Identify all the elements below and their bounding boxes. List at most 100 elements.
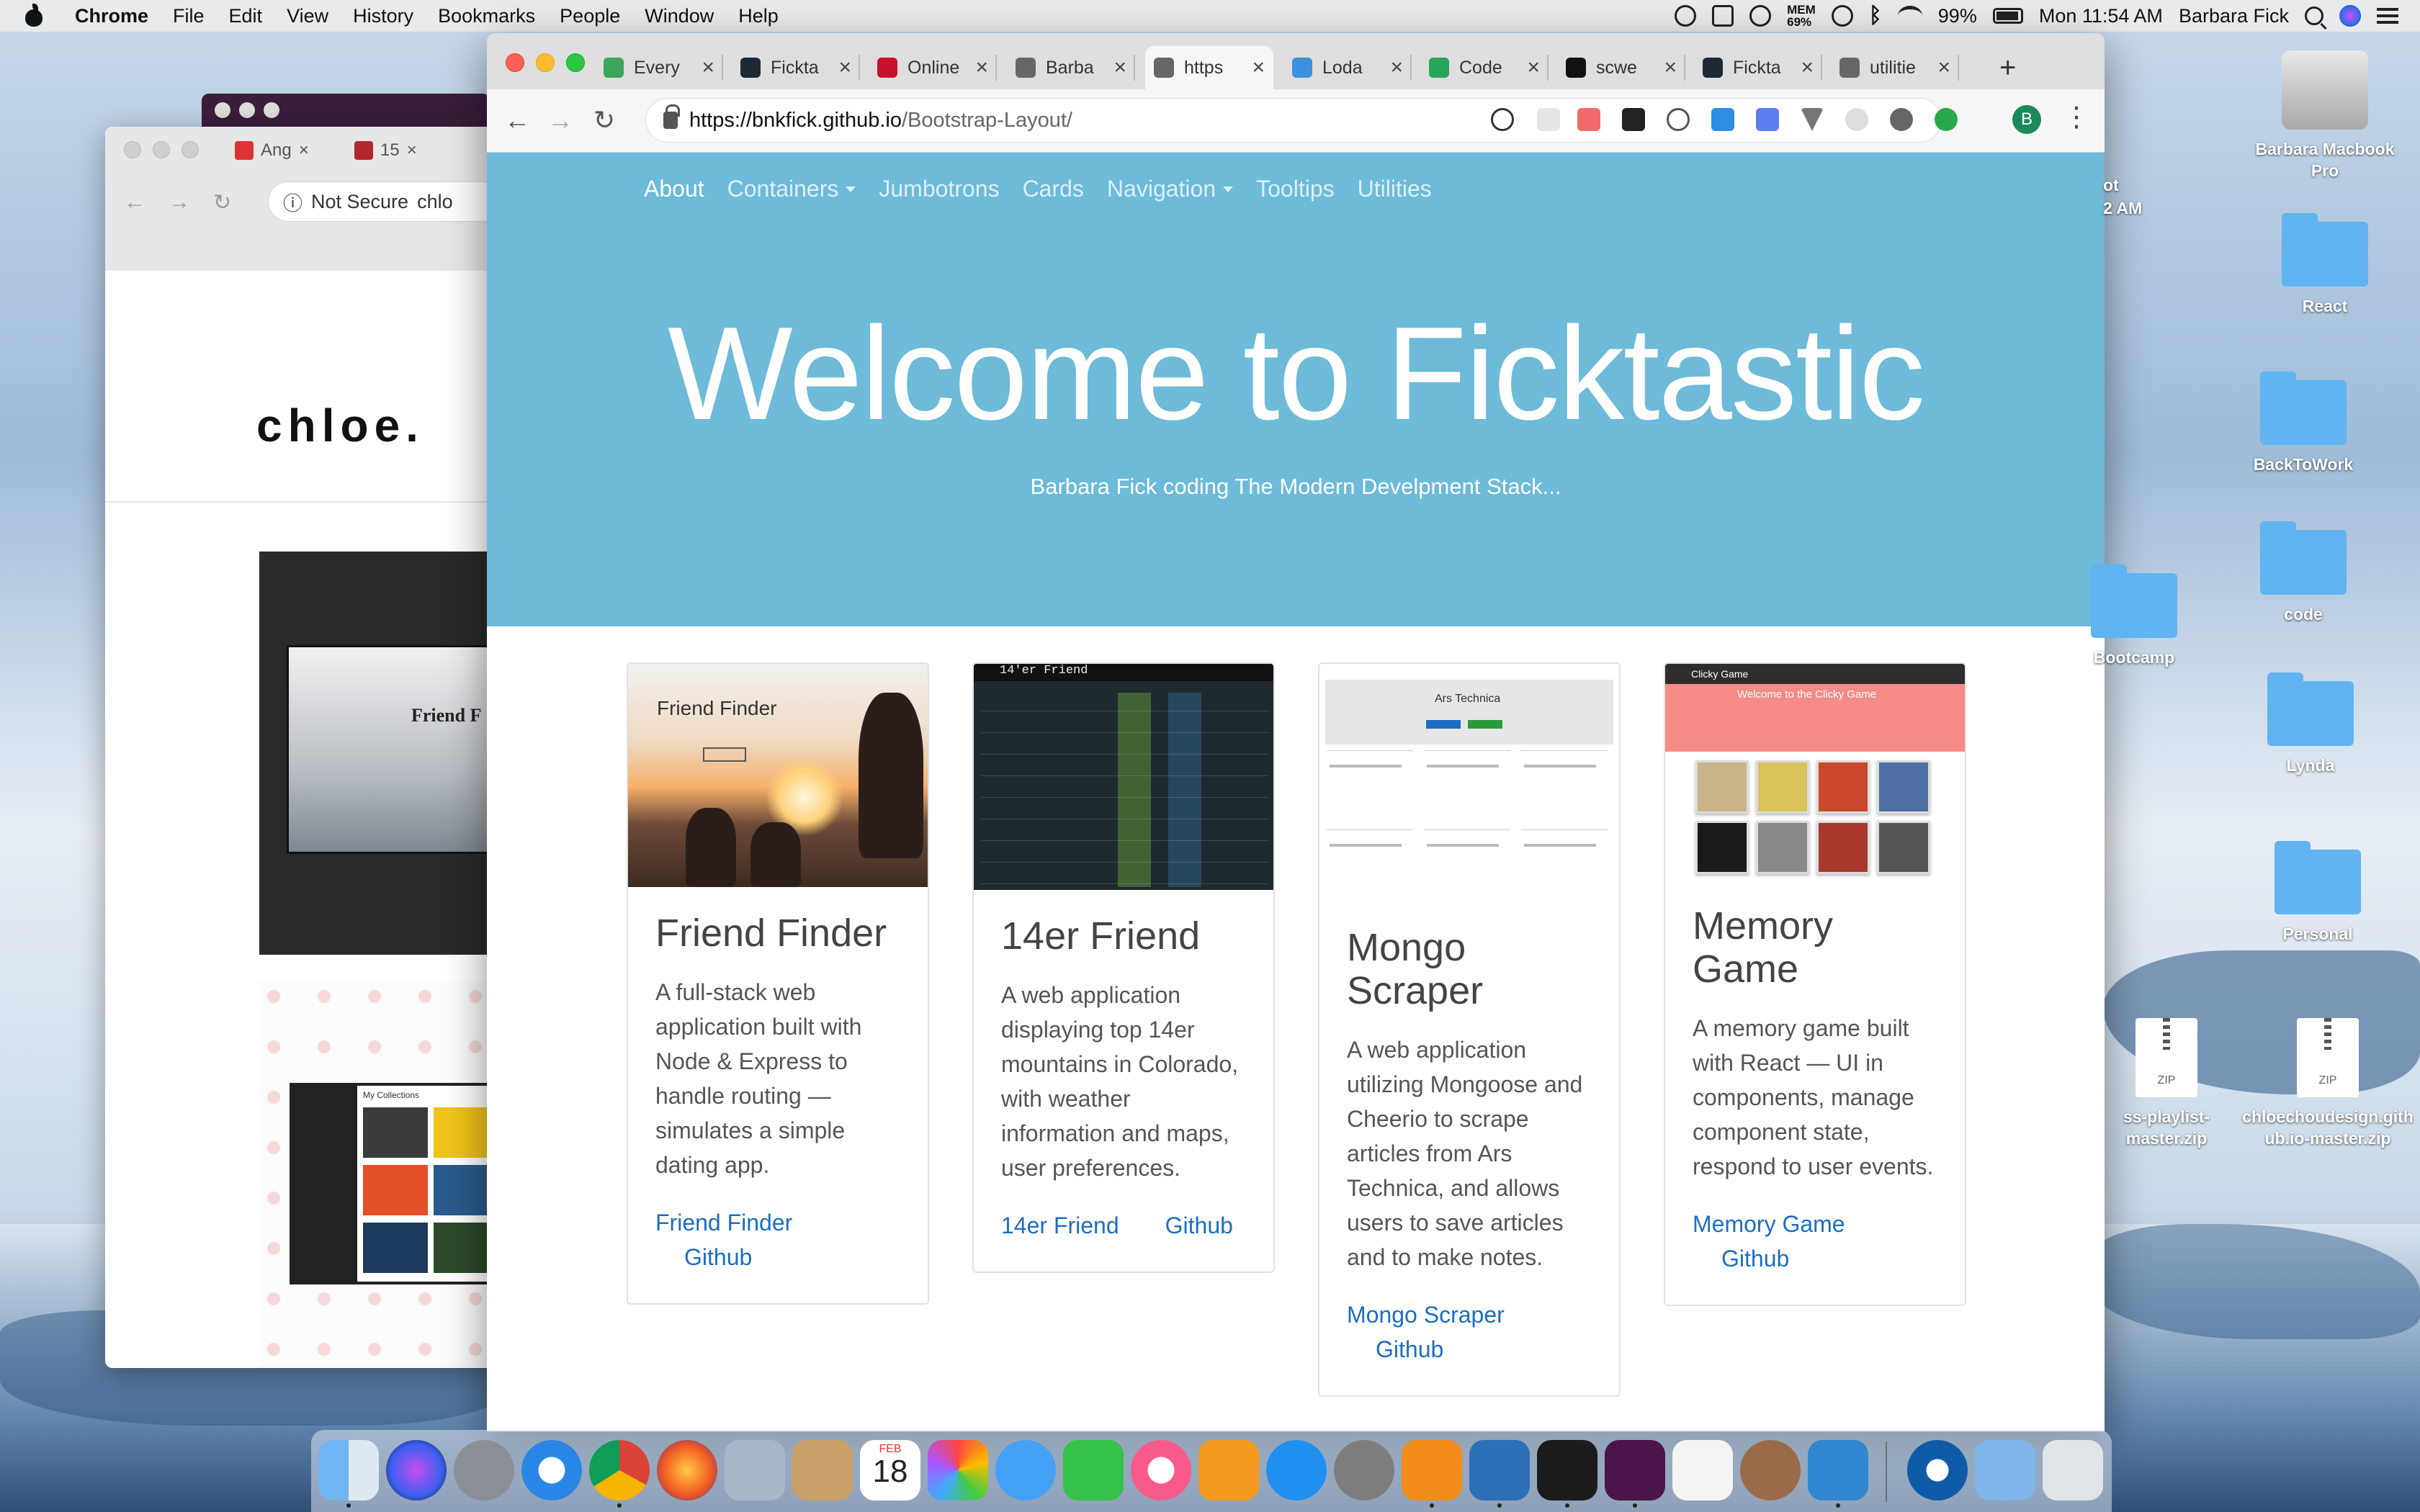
nav-link-tooltips[interactable]: Tooltips bbox=[1256, 176, 1335, 202]
desktop-folder-react[interactable]: React bbox=[2246, 213, 2404, 317]
close-icon[interactable]: × bbox=[299, 140, 309, 161]
profile-avatar[interactable]: B bbox=[2012, 105, 2041, 134]
back-arrow-icon[interactable]: ← bbox=[504, 105, 530, 135]
ibooks-icon[interactable] bbox=[1198, 1440, 1259, 1500]
browser-tab[interactable]: Loda × bbox=[1283, 46, 1412, 89]
desktop-zip-chloe[interactable]: ZIP chloechoudesign.github.io-master.zip bbox=[2241, 1018, 2414, 1149]
background-window-edge[interactable] bbox=[202, 94, 490, 127]
launchpad-icon[interactable] bbox=[454, 1440, 514, 1500]
facetime-icon[interactable] bbox=[1063, 1440, 1124, 1500]
github-link[interactable]: Github bbox=[684, 1244, 752, 1270]
browser-tab[interactable]: Online × bbox=[869, 46, 997, 89]
json-extension-icon[interactable] bbox=[1667, 108, 1690, 131]
menu-bookmarks[interactable]: Bookmarks bbox=[438, 5, 535, 27]
menu-file[interactable]: File bbox=[173, 5, 205, 27]
siri-icon[interactable] bbox=[2339, 5, 2361, 27]
address-bar[interactable]: https://bnkfick.github.io/Bootstrap-Layo… bbox=[645, 98, 1942, 143]
apple-icon[interactable] bbox=[22, 4, 46, 28]
github-link[interactable]: Github bbox=[1721, 1246, 1789, 1272]
extension-icon[interactable] bbox=[1537, 108, 1560, 131]
forward-arrow-icon[interactable]: → bbox=[547, 105, 573, 135]
forward-arrow-icon[interactable]: → bbox=[169, 190, 190, 215]
battery-percentage[interactable]: 99% bbox=[1938, 5, 1977, 27]
card-thumbnail[interactable]: Friend Finder bbox=[628, 664, 928, 887]
desktop-folder-lynda[interactable]: Lynda bbox=[2231, 672, 2390, 776]
nav-link-containers[interactable]: Containers bbox=[727, 176, 856, 202]
close-icon[interactable]: × bbox=[838, 57, 851, 78]
close-icon[interactable]: × bbox=[1801, 57, 1814, 78]
itunes-icon[interactable] bbox=[1131, 1440, 1191, 1500]
fullscreen-window-button[interactable] bbox=[566, 53, 585, 72]
back-arrow-icon[interactable]: ← bbox=[124, 190, 145, 215]
password-manager-icon[interactable] bbox=[1675, 5, 1697, 27]
preview-icon[interactable] bbox=[725, 1440, 785, 1500]
browser-tab[interactable]: Fickta × bbox=[732, 46, 860, 89]
bluetooth-icon[interactable]: ᛒ bbox=[1869, 4, 1882, 28]
desktop-folder-backtowork[interactable]: BackToWork bbox=[2224, 372, 2383, 475]
clapper-icon[interactable] bbox=[1712, 5, 1734, 27]
background-tab[interactable]: 15 × bbox=[354, 134, 417, 167]
crunchbase-extension-icon[interactable] bbox=[1622, 108, 1645, 131]
close-icon[interactable]: × bbox=[1390, 57, 1403, 78]
menu-history[interactable]: History bbox=[353, 5, 413, 27]
menu-window[interactable]: Window bbox=[645, 5, 714, 27]
desktop-folder-personal[interactable]: Personal bbox=[2238, 841, 2397, 945]
safari-icon[interactable] bbox=[521, 1440, 582, 1500]
browser-tab[interactable]: Every × bbox=[595, 46, 723, 89]
window-control-dot[interactable] bbox=[124, 141, 141, 158]
close-icon[interactable]: × bbox=[702, 57, 714, 78]
globe-extension-icon[interactable] bbox=[1935, 108, 1958, 131]
project-link[interactable]: Friend Finder bbox=[655, 1210, 792, 1236]
info-icon[interactable]: ⓘ bbox=[283, 188, 302, 216]
browser-tab[interactable]: Barba × bbox=[1007, 46, 1135, 89]
trash-icon[interactable] bbox=[2043, 1440, 2103, 1500]
extension-icon[interactable] bbox=[1845, 108, 1868, 131]
nav-link-cards[interactable]: Cards bbox=[1023, 176, 1084, 202]
menu-app-name[interactable]: Chrome bbox=[75, 5, 148, 27]
reload-icon[interactable]: ↻ bbox=[593, 105, 615, 135]
add-extension-icon[interactable] bbox=[1711, 108, 1734, 131]
project-link[interactable]: 14er Friend bbox=[1001, 1212, 1119, 1238]
close-window-button[interactable] bbox=[506, 53, 524, 72]
password-extension-icon[interactable] bbox=[1491, 108, 1514, 131]
desktop-folder-bootcamp[interactable]: Bootcamp bbox=[2066, 564, 2202, 668]
menu-view[interactable]: View bbox=[287, 5, 328, 27]
new-tab-button[interactable]: + bbox=[1999, 52, 2016, 84]
window-control-dot[interactable] bbox=[182, 141, 199, 158]
vscode-insiders-icon[interactable] bbox=[1808, 1440, 1868, 1500]
firefox-icon[interactable] bbox=[657, 1440, 717, 1500]
calendar-icon[interactable]: FEB 18 bbox=[860, 1440, 920, 1500]
github-link[interactable]: Github bbox=[1165, 1212, 1233, 1238]
user-name[interactable]: Barbara Fick bbox=[2179, 5, 2289, 27]
project-link[interactable]: Mongo Scraper bbox=[1347, 1302, 1505, 1328]
project-link[interactable]: Memory Game bbox=[1693, 1211, 1845, 1237]
memory-monitor[interactable]: MEM 69% bbox=[1787, 4, 1816, 28]
contacts-icon[interactable] bbox=[792, 1440, 853, 1500]
siri-icon[interactable] bbox=[386, 1440, 447, 1500]
bug-extension-icon[interactable] bbox=[1890, 108, 1913, 131]
textedit-icon[interactable] bbox=[1672, 1440, 1733, 1500]
close-icon[interactable]: × bbox=[407, 140, 417, 161]
time-machine-icon[interactable] bbox=[1831, 5, 1853, 27]
app-store-icon[interactable] bbox=[1266, 1440, 1327, 1500]
clock[interactable]: Mon 11:54 AM bbox=[2039, 5, 2163, 27]
video-extension-icon[interactable] bbox=[1577, 108, 1600, 131]
site-brand[interactable]: chloe. bbox=[256, 399, 424, 452]
terminal-icon[interactable] bbox=[1537, 1440, 1597, 1500]
reload-icon[interactable]: ↻ bbox=[213, 190, 231, 215]
window-control-dot[interactable] bbox=[153, 141, 170, 158]
finder-icon[interactable] bbox=[318, 1440, 379, 1500]
more-menu-icon[interactable]: ⋮ bbox=[2063, 101, 2090, 133]
nav-link-about[interactable]: About bbox=[644, 176, 704, 202]
browser-tab[interactable]: Ficktа × bbox=[1694, 46, 1822, 89]
browser-tab[interactable]: Code × bbox=[1420, 46, 1549, 89]
background-tab[interactable]: Ang × bbox=[235, 134, 309, 167]
chrome-icon[interactable] bbox=[589, 1440, 650, 1500]
menu-edit[interactable]: Edit bbox=[229, 5, 263, 27]
card-thumbnail[interactable]: Ars Technica bbox=[1319, 664, 1619, 901]
close-icon[interactable]: × bbox=[1527, 57, 1540, 78]
close-icon[interactable]: × bbox=[1664, 57, 1677, 78]
browser-tab[interactable]: utilitie × bbox=[1831, 46, 1959, 89]
1password-icon[interactable] bbox=[1907, 1440, 1968, 1500]
card-thumbnail[interactable]: Clicky Game Welcome to the Clicky Game bbox=[1665, 664, 1965, 880]
